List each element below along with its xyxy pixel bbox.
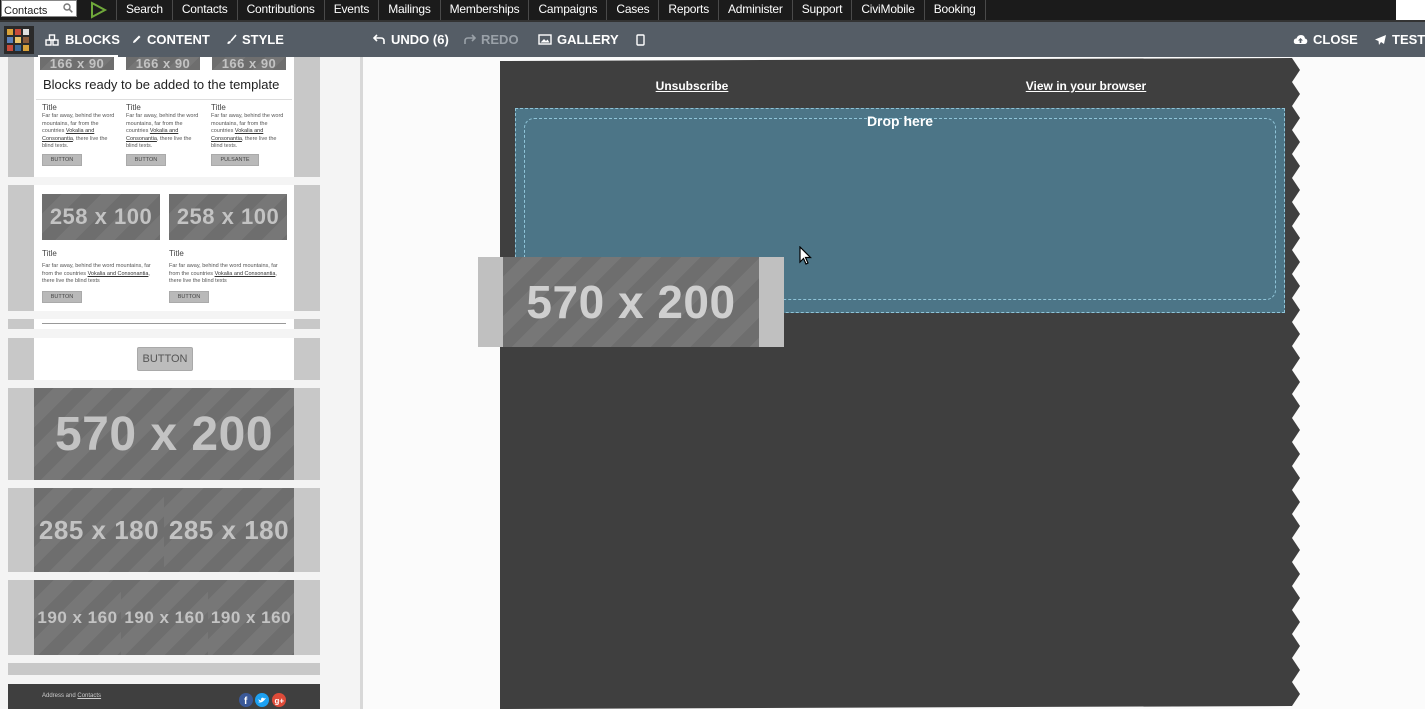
quicksearch-input[interactable] — [2, 4, 64, 18]
menu-support[interactable]: Support — [791, 0, 852, 20]
dragged-image-block[interactable]: 570 x 200 — [478, 257, 784, 347]
svg-text:g+: g+ — [275, 697, 285, 706]
column-text: Far far away, behind the word mountains,… — [211, 113, 284, 149]
main-menu: Search Contacts Contributions Events Mai… — [116, 0, 986, 20]
image-placeholder: 285 x 180 — [34, 488, 164, 572]
picture-icon — [538, 34, 552, 45]
image-placeholder: 190 x 160 — [208, 580, 294, 655]
column-button: BUTTON — [42, 291, 82, 303]
tab-blocks-label: BLOCKS — [65, 32, 120, 47]
block-footer[interactable]: Address and Contacts f g+ — [8, 684, 320, 709]
tab-style-label: STYLE — [242, 32, 284, 47]
block-double-image[interactable]: 285 x 180 285 x 180 — [8, 488, 320, 572]
close-button[interactable]: CLOSE — [1293, 22, 1358, 57]
menu-administer[interactable]: Administer — [718, 0, 792, 20]
social-icons: f g+ — [239, 693, 286, 707]
menu-contributions[interactable]: Contributions — [236, 0, 324, 20]
tab-content[interactable]: CONTENT — [131, 22, 210, 57]
cubes-icon — [45, 33, 59, 46]
unsubscribe-link[interactable]: Unsubscribe — [630, 79, 754, 93]
editor-toolbar: BLOCKS CONTENT STYLE UNDO (6) REDO GALLE… — [0, 22, 1425, 57]
civicrm-menu-bar: Search Contacts Contributions Events Mai… — [0, 0, 1425, 22]
mouse-cursor-icon — [799, 246, 812, 265]
redo-icon — [464, 34, 476, 44]
quicksearch-box[interactable] — [1, 0, 77, 18]
menu-blank-area — [1396, 0, 1425, 20]
column-text: Far far away, behind the word mountains,… — [126, 113, 199, 149]
block-preview: 258 x 100 258 x 100 Title Far far away, … — [34, 185, 294, 311]
menu-mailings[interactable]: Mailings — [378, 0, 439, 20]
block-triple-image[interactable]: 190 x 160 190 x 160 190 x 160 — [8, 580, 320, 655]
undo-label: UNDO (6) — [391, 32, 449, 47]
menu-search[interactable]: Search — [116, 0, 172, 20]
column-button: BUTTON — [169, 291, 209, 303]
image-placeholder: 190 x 160 — [34, 580, 121, 655]
menu-contacts[interactable]: Contacts — [171, 0, 237, 20]
block-preview — [34, 319, 294, 329]
tab-content-label: CONTENT — [147, 32, 210, 47]
image-placeholder: 190 x 160 — [121, 580, 208, 655]
close-label: CLOSE — [1313, 32, 1358, 47]
column-text: Far far away, behind the word mountains,… — [42, 113, 115, 149]
block-image[interactable]: 570 x 200 — [8, 388, 320, 480]
column-title: Title — [211, 103, 226, 112]
blocks-panel: 166 x 90 166 x 90 166 x 90 Title Far far… — [0, 57, 363, 709]
gallery-button[interactable]: GALLERY — [538, 22, 619, 57]
tab-style[interactable]: STYLE — [226, 22, 284, 57]
footer-text: Address and Contacts — [42, 693, 102, 699]
column-button: PULSANTE — [211, 154, 259, 166]
search-icon[interactable] — [63, 3, 73, 13]
column-title: Title — [169, 249, 184, 258]
mosaico-logo-icon — [4, 26, 34, 54]
cloud-upload-icon — [1293, 35, 1308, 44]
block-button[interactable]: BUTTON — [8, 338, 320, 380]
image-placeholder: 570 x 200 — [34, 388, 294, 480]
column-title: Title — [126, 103, 141, 112]
pencil-icon — [133, 35, 141, 43]
redo-button[interactable]: REDO — [463, 22, 519, 57]
menu-reports[interactable]: Reports — [658, 0, 718, 20]
redo-label: REDO — [481, 32, 519, 47]
column-title: Title — [42, 103, 57, 112]
civicrm-logo-icon[interactable] — [88, 1, 108, 19]
image-placeholder: 570 x 200 — [503, 257, 759, 347]
test-button[interactable]: TEST — [1374, 22, 1425, 57]
block-double-text[interactable]: 258 x 100 258 x 100 Title Far far away, … — [8, 185, 320, 311]
menu-memberships[interactable]: Memberships — [439, 0, 529, 20]
menu-cases[interactable]: Cases — [606, 0, 658, 20]
test-label: TEST — [1392, 32, 1425, 47]
drop-here-label: Drop here — [866, 113, 934, 129]
image-placeholder: 285 x 180 — [164, 488, 294, 572]
menu-events[interactable]: Events — [323, 0, 379, 20]
mobile-icon — [636, 33, 645, 46]
column-button: BUTTON — [42, 154, 82, 166]
undo-icon — [373, 34, 385, 44]
column-text: Far far away, behind the word mountains,… — [42, 263, 151, 284]
menu-civimobile[interactable]: CiviMobile — [851, 0, 923, 20]
undo-button[interactable]: UNDO (6) — [373, 22, 449, 57]
image-placeholder: 258 x 100 — [169, 194, 287, 240]
gallery-label: GALLERY — [557, 32, 619, 47]
divider-line — [42, 323, 286, 324]
block-preview: BUTTON — [34, 338, 294, 380]
block-spacer[interactable] — [8, 663, 320, 675]
menu-booking[interactable]: Booking — [923, 0, 986, 20]
paper-plane-icon — [1375, 34, 1386, 45]
view-in-browser-link[interactable]: View in your browser — [1000, 79, 1172, 93]
column-text: Far far away, behind the word mountains,… — [169, 263, 278, 284]
column-title: Title — [42, 249, 57, 258]
button-preview: BUTTON — [137, 347, 193, 371]
brush-icon — [227, 34, 237, 44]
column-button: BUTTON — [126, 154, 166, 166]
tab-blocks[interactable]: BLOCKS — [45, 22, 120, 57]
menu-campaigns[interactable]: Campaigns — [528, 0, 606, 20]
blocks-tooltip: Blocks ready to be added to the template — [36, 70, 292, 100]
image-placeholder: 258 x 100 — [42, 194, 160, 240]
mobile-preview-button[interactable] — [636, 22, 645, 57]
block-divider[interactable] — [8, 319, 320, 329]
